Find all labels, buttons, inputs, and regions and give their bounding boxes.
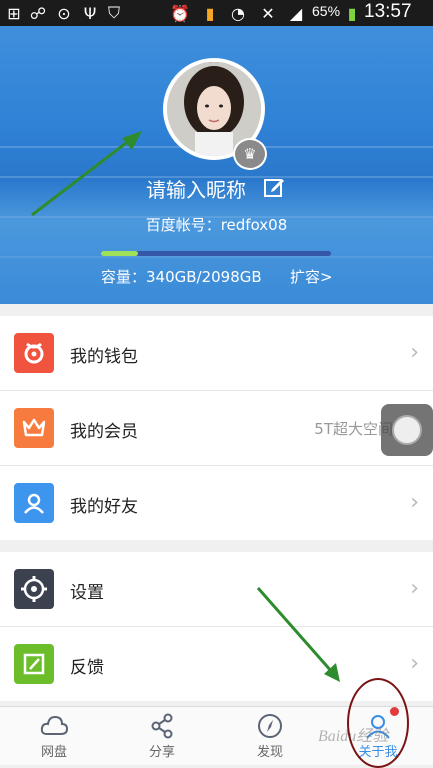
nav-item-share[interactable]: 分享 (108, 707, 216, 765)
link-icon: ☍ (29, 3, 47, 23)
share-icon (151, 713, 173, 739)
wifi-icon: ◔ (231, 3, 245, 23)
compass-icon (258, 714, 282, 738)
settings-icon (14, 569, 54, 609)
menu-group-system: 设置 › 反馈 › (0, 552, 433, 701)
menu-item-label: 反馈 (70, 658, 104, 678)
shield-icon: ⛉ (107, 3, 120, 22)
assist-ring-icon (392, 415, 422, 445)
edit-icon[interactable] (263, 176, 285, 198)
nickname-placeholder[interactable]: 请输入昵称 (146, 174, 246, 203)
sim-icon: ▮ (205, 3, 215, 23)
chevron-right-icon: › (410, 576, 419, 601)
menu-item-wallet[interactable]: 我的钱包 › (0, 316, 433, 390)
cloud-icon (40, 715, 68, 735)
nav-label: 发现 (256, 745, 283, 760)
usb-icon: Ψ (83, 3, 97, 23)
feedback-icon (14, 644, 54, 684)
chevron-right-icon: › (410, 651, 419, 676)
account-label: 百度帐号：redfox08 (145, 216, 288, 234)
menu-item-label: 我的好友 (70, 497, 138, 517)
signal-icon: ◢ (289, 3, 303, 23)
menu-item-label: 我的钱包 (70, 347, 138, 367)
storage-label: 容量：340GB/2098GB (101, 268, 262, 286)
floating-assist-button[interactable] (381, 404, 433, 456)
annotation-circle (347, 678, 409, 768)
menu-item-label: 设置 (70, 583, 104, 603)
menu-item-settings[interactable]: 设置 › (0, 552, 433, 626)
menu-item-membership[interactable]: 我的会员 5T超大空间 › (0, 391, 433, 465)
wallet-icon (14, 333, 54, 373)
chevron-right-icon: › (410, 490, 419, 515)
crown-icon (14, 408, 54, 448)
nav-label: 网盘 (40, 745, 67, 760)
nav-label: 分享 (148, 745, 175, 760)
battery-percent: 65% (312, 3, 341, 19)
friend-icon (14, 483, 54, 523)
crown-badge-icon: ♛ (233, 138, 267, 170)
profile-header: ♛ 请输入昵称 百度帐号：redfox08 容量：340GB/2098GB 扩容… (0, 26, 433, 304)
location-icon: ⊙ (57, 3, 71, 23)
nav-item-discover[interactable]: 发现 (216, 707, 324, 765)
menu-item-friends[interactable]: 我的好友 › (0, 466, 433, 540)
mute-icon: ✕ (261, 3, 275, 23)
status-time: 13:57 (364, 1, 412, 22)
alarm-icon: ⏰ (170, 3, 190, 23)
nav-item-disk[interactable]: 网盘 (0, 707, 108, 765)
menu-group-account: 我的钱包 › 我的会员 5T超大空间 › 我的好友 › (0, 316, 433, 540)
menu-item-label: 我的会员 (70, 422, 138, 442)
battery-icon: ▮ (347, 3, 357, 23)
status-bar: ⊞ ☍ ⊙ Ψ ⛉ ⏰ ▮ ◔ ✕ ◢ 65% ▮ 13:57 (0, 0, 433, 26)
sea-wave (0, 256, 433, 258)
expand-storage-link[interactable]: 扩容> (290, 266, 333, 287)
plus-icon: ⊞ (7, 3, 21, 23)
storage-bar-fill (101, 251, 138, 256)
chevron-right-icon: › (410, 340, 419, 365)
